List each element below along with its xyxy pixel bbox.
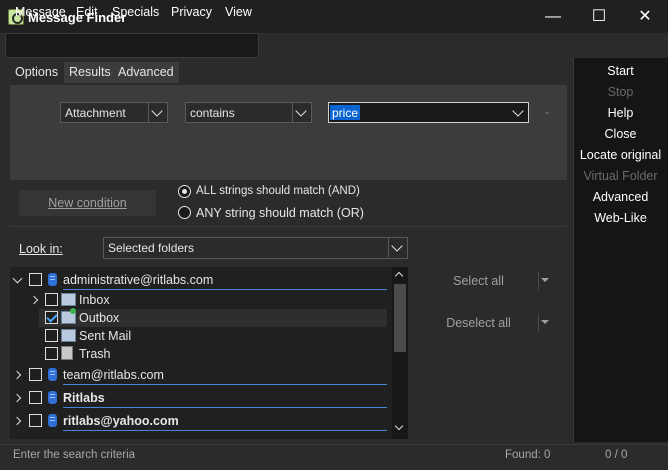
account-icon: [48, 368, 57, 381]
match-any-label[interactable]: ANY string should match (OR): [196, 206, 364, 220]
tree-checkbox[interactable]: [45, 347, 58, 360]
close-icon: ✕: [638, 8, 652, 25]
tree-item-underline: [63, 430, 387, 431]
tree-item-label[interactable]: Inbox: [79, 293, 110, 307]
menu-message[interactable]: Message: [15, 5, 66, 19]
account-icon: [48, 414, 57, 427]
tree-item-label[interactable]: administrative@ritlabs.com: [63, 273, 213, 287]
select-all-label: Select all: [453, 274, 504, 288]
chevron-down-icon: [512, 105, 524, 117]
tree-item-underline: [63, 384, 387, 385]
tree-item-label[interactable]: Ritlabs: [63, 391, 105, 405]
look-in-select[interactable]: Selected folders: [103, 237, 408, 259]
condition-field-select[interactable]: Attachment: [60, 102, 168, 123]
dropdown-arrow-icon[interactable]: [541, 320, 549, 324]
trash-icon: [61, 346, 73, 360]
tree-checkbox[interactable]: [29, 391, 42, 404]
expand-icon[interactable]: [14, 393, 24, 403]
expand-icon[interactable]: [31, 295, 41, 305]
dropdown-arrow-icon[interactable]: [541, 278, 549, 282]
remove-condition-button[interactable]: -: [545, 105, 549, 119]
chevron-down-icon: [391, 240, 403, 252]
locate-original-button[interactable]: Locate original: [573, 148, 668, 162]
minimize-icon: —: [545, 8, 561, 25]
look-in-label: Look in:: [19, 242, 63, 256]
advanced-button[interactable]: Advanced: [573, 190, 668, 204]
condition-operator-select[interactable]: contains: [185, 102, 312, 123]
match-all-label[interactable]: ALL strings should match (AND): [196, 185, 360, 197]
tree-checkbox[interactable]: [29, 368, 42, 381]
tree-checkbox[interactable]: [29, 414, 42, 427]
inbox-folder-icon: [61, 293, 76, 306]
tab-options[interactable]: Options: [10, 62, 63, 83]
expand-icon[interactable]: [14, 370, 24, 380]
split-divider: [538, 314, 539, 332]
account-icon: [48, 391, 57, 404]
match-all-radio[interactable]: [178, 185, 191, 198]
help-button[interactable]: Help: [573, 106, 668, 120]
deselect-all-label: Deselect all: [446, 316, 511, 330]
deselect-all-button[interactable]: Deselect all: [420, 310, 537, 336]
condition-value-input[interactable]: price: [328, 102, 529, 123]
status-dot-icon: [70, 308, 76, 314]
split-divider: [538, 272, 539, 290]
tab-results[interactable]: Results: [64, 62, 116, 83]
minimize-button[interactable]: —: [530, 0, 576, 33]
close-window-button[interactable]: ✕: [622, 0, 668, 33]
tab-advanced[interactable]: Advanced: [113, 62, 179, 83]
look-in-value: Selected folders: [108, 241, 195, 255]
divider: [10, 226, 567, 227]
match-any-radio[interactable]: [178, 206, 191, 219]
select-all-button[interactable]: Select all: [420, 268, 537, 294]
menu-bar: [5, 33, 259, 58]
tree-item-label[interactable]: Trash: [79, 347, 111, 361]
status-found: Found: 0: [505, 449, 551, 461]
tree-item-label[interactable]: team@ritlabs.com: [63, 368, 164, 382]
sent-folder-icon: [61, 329, 76, 342]
tree-checkbox[interactable]: [45, 329, 58, 342]
expand-icon[interactable]: [14, 416, 24, 426]
maximize-icon: ☐: [591, 8, 607, 25]
menu-edit[interactable]: Edit: [76, 5, 98, 19]
tree-item-label[interactable]: Outbox: [79, 311, 119, 325]
tree-checkbox[interactable]: [29, 273, 42, 286]
stop-button[interactable]: Stop: [573, 85, 668, 99]
tree-checkbox[interactable]: [45, 311, 58, 324]
web-like-button[interactable]: Web-Like: [573, 211, 668, 225]
new-condition-label: New condition: [48, 196, 127, 210]
account-icon: [48, 273, 57, 286]
chevron-down-icon: [295, 105, 307, 117]
menu-view[interactable]: View: [225, 5, 252, 19]
scrollbar-thumb[interactable]: [394, 284, 406, 352]
collapse-icon[interactable]: [13, 275, 23, 285]
virtual-folder-button[interactable]: Virtual Folder: [573, 169, 668, 183]
menu-specials[interactable]: Specials: [112, 5, 159, 19]
condition-field-value: Attachment: [65, 106, 126, 120]
close-button[interactable]: Close: [573, 127, 668, 141]
status-progress: 0 / 0: [605, 449, 628, 461]
condition-value-text: price: [332, 106, 359, 120]
menu-privacy[interactable]: Privacy: [171, 5, 212, 19]
new-condition-button[interactable]: New condition: [19, 190, 156, 216]
tree-item-underline: [63, 289, 387, 290]
condition-operator-value: contains: [190, 106, 235, 120]
tree-item-label[interactable]: ritlabs@yahoo.com: [63, 414, 179, 428]
chevron-down-icon: [151, 105, 163, 117]
tree-checkbox[interactable]: [45, 293, 58, 306]
tree-item-label[interactable]: Sent Mail: [79, 329, 131, 343]
status-hint: Enter the search criteria: [13, 449, 136, 461]
conditions-panel: [10, 85, 567, 180]
start-button[interactable]: Start: [573, 64, 668, 78]
tree-item-underline: [63, 407, 387, 408]
maximize-button[interactable]: ☐: [576, 0, 622, 33]
